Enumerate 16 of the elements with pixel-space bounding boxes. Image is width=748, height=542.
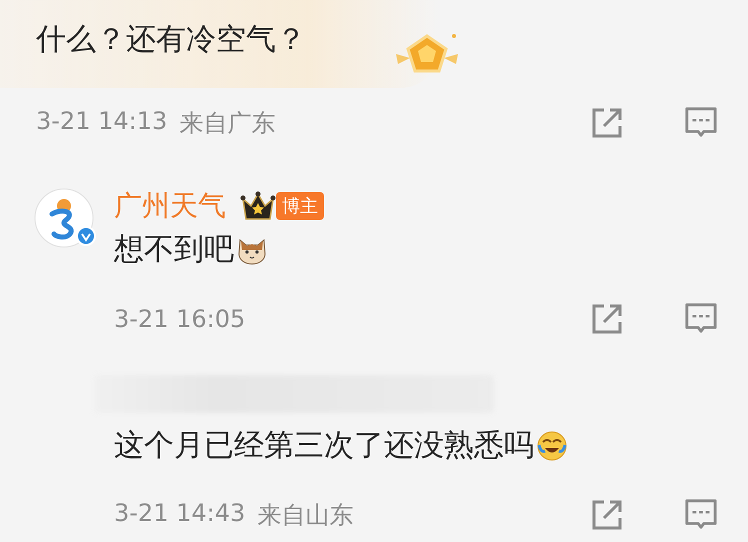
avatar-logo[interactable]: [34, 188, 94, 248]
timestamp: 3-21 14:43: [114, 499, 246, 529]
laughing-emoji-icon: [536, 430, 568, 462]
crown-icon: [240, 191, 276, 221]
author-name[interactable]: 广州天气: [114, 187, 226, 225]
share-icon[interactable]: [590, 498, 624, 532]
timestamp: 3-21 14:13: [36, 107, 168, 137]
comment-text: 什么？还有冷空气？: [36, 21, 306, 59]
location-label: 来自山东: [257, 500, 354, 531]
timestamp: 3-21 16:05: [114, 305, 246, 333]
share-icon[interactable]: [590, 302, 624, 336]
comment-text: 想不到吧: [114, 231, 234, 269]
author-tag: 博主: [276, 192, 324, 220]
location-label: 来自广东: [179, 108, 276, 139]
comment-text: 这个月已经第三次了还没熟悉吗: [114, 427, 534, 465]
share-icon[interactable]: [590, 106, 624, 140]
